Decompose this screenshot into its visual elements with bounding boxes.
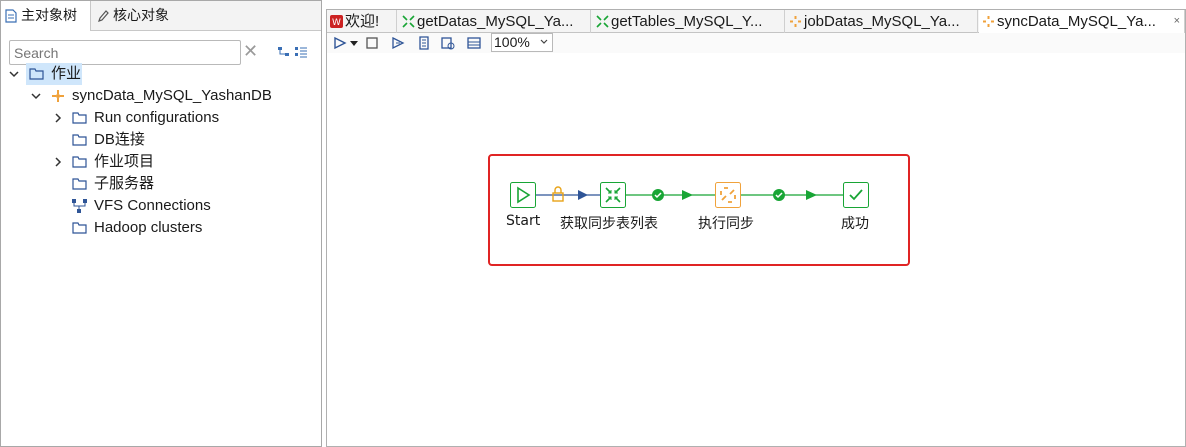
- step-label: 执行同步: [698, 216, 754, 232]
- tree-node-hadoop-clusters[interactable]: Hadoop clusters: [1, 217, 321, 239]
- zoom-value: 100%: [494, 34, 530, 50]
- step-label: Start: [506, 213, 541, 229]
- zoom-select[interactable]: 100%: [491, 33, 553, 52]
- grid-icon[interactable]: [467, 36, 481, 50]
- tree-node-label: VFS Connections: [94, 197, 211, 214]
- editor-tab-bar: W 欢迎! getDatas_MySQL_Ya... getTables_MyS…: [327, 10, 1185, 34]
- network-icon: [72, 199, 87, 213]
- tree-node-label: syncData_MySQL_YashanDB: [72, 87, 272, 104]
- transformation-icon: [596, 15, 609, 28]
- job-icon: [983, 16, 994, 27]
- chevron-right-icon[interactable]: [53, 113, 63, 123]
- run-icon[interactable]: [333, 36, 347, 50]
- close-tab-icon[interactable]: ×: [1174, 10, 1180, 33]
- chevron-down-icon[interactable]: [31, 91, 41, 101]
- tab-label: getTables_MySQL_Y...: [611, 13, 763, 30]
- tab-gettables[interactable]: getTables_MySQL_Y...: [593, 10, 785, 33]
- chevron-down-icon: [540, 39, 548, 44]
- tab-label: getDatas_MySQL_Ya...: [417, 13, 574, 30]
- tree-node-run-configurations[interactable]: Run configurations: [1, 107, 321, 129]
- success-check-icon: [773, 189, 785, 201]
- tree-node-slave-servers[interactable]: 子服务器: [1, 173, 321, 195]
- folder-icon: [29, 68, 44, 80]
- hop-connections: [536, 186, 843, 202]
- hop-arrow: [578, 190, 588, 200]
- tree-node-job[interactable]: syncData_MySQL_YashanDB: [1, 85, 321, 107]
- tree-node-label: Hadoop clusters: [94, 219, 203, 236]
- folder-icon: [72, 134, 87, 146]
- folder-icon: [72, 222, 87, 234]
- tree-node-label: 作业: [51, 65, 82, 82]
- step-execute-sync[interactable]: [715, 182, 741, 208]
- tree-node-jobs[interactable]: 作业: [1, 63, 321, 85]
- script-icon[interactable]: [417, 36, 431, 50]
- pencil-icon: [98, 10, 109, 22]
- sql-icon[interactable]: [441, 36, 455, 50]
- search-row: ✕: [1, 37, 321, 65]
- verify-icon[interactable]: [391, 36, 405, 50]
- tree-node-label: DB连接: [94, 131, 145, 148]
- left-tab-bar: 主对象树 核心对象: [1, 1, 321, 31]
- tab-welcome[interactable]: W 欢迎!: [327, 10, 397, 33]
- job-icon: [52, 90, 64, 102]
- success-check-icon: [652, 189, 664, 201]
- tree-node-label: Run configurations: [94, 109, 220, 126]
- tree-node-job-entries[interactable]: 作业项目: [1, 151, 321, 173]
- svg-text:W: W: [332, 18, 341, 28]
- tree-node-label: 子服务器: [94, 175, 155, 192]
- tab-label: 核心对象: [113, 8, 169, 24]
- folder-icon: [72, 178, 87, 190]
- welcome-icon: W: [330, 15, 343, 28]
- job-editor: W 欢迎! getDatas_MySQL_Ya... getTables_MyS…: [326, 9, 1186, 447]
- job-canvas[interactable]: Start 获取同步表列表 执行同步 成功: [327, 53, 1185, 446]
- job-icon: [790, 16, 801, 27]
- editor-toolbar: 100%: [327, 33, 1185, 53]
- tab-jobdatas[interactable]: jobDatas_MySQL_Ya...: [786, 10, 978, 33]
- stop-icon[interactable]: [365, 36, 379, 50]
- document-icon: [5, 9, 17, 23]
- object-tree-panel: 主对象树 核心对象 ✕ 作业 syncData_MySQL_YashanDB: [0, 0, 322, 447]
- tree-node-label: 作业项目: [94, 153, 155, 170]
- collapse-tree-icon[interactable]: [294, 46, 308, 58]
- step-start[interactable]: [510, 182, 536, 208]
- lock-icon: [552, 186, 564, 202]
- tab-label: 欢迎!: [345, 13, 380, 30]
- tab-syncdata[interactable]: syncData_MySQL_Ya... ×: [979, 10, 1185, 34]
- tab-getdatas[interactable]: getDatas_MySQL_Ya...: [399, 10, 591, 33]
- chevron-down-icon[interactable]: [9, 69, 19, 79]
- folder-icon: [72, 156, 87, 168]
- hop-arrow: [682, 190, 693, 200]
- step-success[interactable]: [843, 182, 869, 208]
- tab-label: 主对象树: [21, 8, 77, 24]
- folder-icon: [72, 112, 87, 124]
- tree-node-db-connections[interactable]: DB连接: [1, 129, 321, 151]
- run-dropdown-icon[interactable]: [349, 36, 359, 50]
- expand-tree-icon[interactable]: [277, 46, 291, 58]
- tab-main-object-tree[interactable]: 主对象树: [1, 1, 91, 31]
- tab-label: syncData_MySQL_Ya...: [997, 13, 1156, 30]
- hop-arrow: [806, 190, 817, 200]
- transformation-icon: [402, 15, 415, 28]
- search-input[interactable]: [9, 40, 241, 65]
- step-get-table-list[interactable]: [600, 182, 626, 208]
- clear-search-icon[interactable]: ✕: [243, 41, 258, 62]
- step-label: 获取同步表列表: [560, 216, 658, 232]
- tab-label: jobDatas_MySQL_Ya...: [804, 13, 960, 30]
- tab-core-objects[interactable]: 核心对象: [93, 1, 183, 31]
- step-label: 成功: [841, 216, 869, 232]
- tree-node-vfs-connections[interactable]: VFS Connections: [1, 195, 321, 217]
- chevron-right-icon[interactable]: [53, 157, 63, 167]
